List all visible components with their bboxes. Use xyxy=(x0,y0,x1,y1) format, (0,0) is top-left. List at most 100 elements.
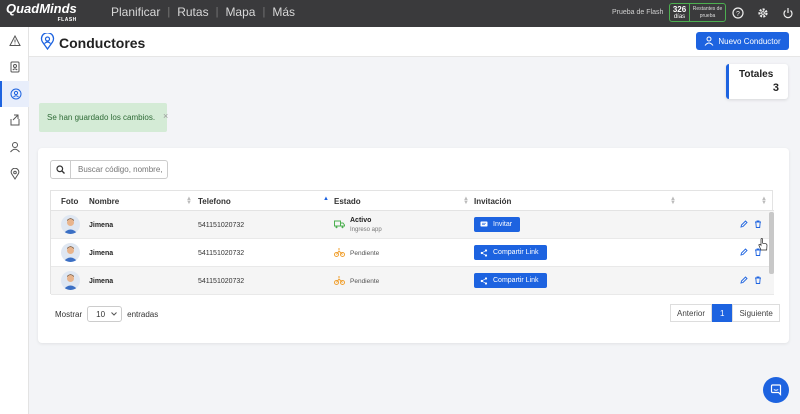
col-nombre[interactable]: Nombre xyxy=(89,197,119,206)
nav-item-mapa[interactable]: Mapa xyxy=(225,5,255,19)
svg-text:?: ? xyxy=(736,11,740,18)
drivers-table: Foto Nombre ▲ ▼ Telefono ▲ Estado ▲ ▼ Invi… xyxy=(50,190,774,295)
pending-icon xyxy=(334,276,345,287)
sidebar-item-users[interactable] xyxy=(0,134,29,160)
top-bar: QuadMinds FLASH Planificar | Rutas | Map… xyxy=(0,0,800,27)
toast-message: Se han guardado los cambios. xyxy=(47,113,156,122)
edit-icon[interactable] xyxy=(740,248,748,258)
driver-phone: 541151020732 xyxy=(198,222,245,229)
driver-name: Jimena xyxy=(89,278,114,285)
share-link-label: Compartir Link xyxy=(493,277,539,284)
next-page-button[interactable]: Siguiente xyxy=(732,304,780,322)
sort-icon[interactable]: ▲ ▼ xyxy=(463,196,469,206)
invite-button-label: Invitar xyxy=(493,221,513,228)
share-link-button[interactable]: Compartir Link xyxy=(474,245,547,260)
sort-asc-icon[interactable]: ▲ xyxy=(323,196,329,202)
hand-cursor-icon xyxy=(758,238,769,256)
gear-icon[interactable] xyxy=(757,6,771,20)
brand-name: QuadMinds xyxy=(6,1,77,16)
edit-icon[interactable] xyxy=(740,220,748,230)
trial-days: 326 días xyxy=(670,4,690,21)
col-foto: Foto xyxy=(61,197,79,206)
sort-icon[interactable]: ▲ ▼ xyxy=(670,196,676,206)
avatar xyxy=(61,243,80,262)
brand-logo[interactable]: QuadMinds FLASH xyxy=(6,1,77,26)
chat-icon xyxy=(770,384,782,396)
warning-icon xyxy=(8,35,21,46)
table-row: Jimena 541151020732 Activo Ingreso app I… xyxy=(51,211,774,239)
col-invitacion[interactable]: Invitación xyxy=(474,197,511,206)
sidebar-item-alerts[interactable] xyxy=(0,28,29,54)
entries-select[interactable]: 10 xyxy=(87,306,123,322)
pending-icon xyxy=(334,248,345,259)
show-label: Mostrar xyxy=(55,309,83,319)
nav-item-rutas[interactable]: Rutas xyxy=(177,5,208,19)
drivers-title-icon xyxy=(40,32,55,55)
main-nav: Planificar | Rutas | Mapa | Más xyxy=(111,5,295,19)
sidebar-item-import[interactable] xyxy=(0,107,29,133)
truck-active-icon xyxy=(334,220,345,231)
sidebar xyxy=(0,27,29,414)
page-title: Conductores xyxy=(59,35,146,51)
chat-button[interactable] xyxy=(763,377,789,403)
col-telefono[interactable]: Telefono xyxy=(198,197,231,206)
sort-icon[interactable]: ▲ ▼ xyxy=(186,196,192,206)
share-icon xyxy=(480,276,488,285)
trial-label: Prueba de Flash xyxy=(612,9,664,16)
trial-remaining: Restantes de prueba xyxy=(692,6,723,19)
trial-days-count: 326 xyxy=(672,5,687,14)
share-icon xyxy=(480,248,488,257)
page-1-button[interactable]: 1 xyxy=(712,304,733,322)
driver-phone: 541151020732 xyxy=(198,278,245,285)
driver-phone: 541151020732 xyxy=(198,250,245,257)
nav-item-mas[interactable]: Más xyxy=(272,5,295,19)
sidebar-item-drivers[interactable] xyxy=(0,81,29,107)
driver-name: Jimena xyxy=(89,250,114,257)
toast-close-icon[interactable]: × xyxy=(163,111,168,121)
sort-icon[interactable]: ▲ ▼ xyxy=(761,196,767,206)
entries-value: 10 xyxy=(96,309,106,319)
driver-name: Jimena xyxy=(89,222,114,229)
trial-days-unit: días xyxy=(673,14,686,20)
add-user-icon xyxy=(704,36,714,46)
totals-card: Totales 3 xyxy=(726,64,788,99)
prev-page-button[interactable]: Anterior xyxy=(670,304,713,322)
nav-item-planificar[interactable]: Planificar xyxy=(111,5,160,19)
chevron-down-icon xyxy=(111,312,117,316)
entries-label: entradas xyxy=(127,309,159,319)
new-driver-button[interactable]: Nuevo Conductor xyxy=(696,32,789,50)
col-estado[interactable]: Estado xyxy=(334,197,361,206)
share-link-label: Compartir Link xyxy=(493,249,539,256)
table-scrollbar[interactable] xyxy=(769,212,774,274)
contact-book-icon xyxy=(10,61,19,73)
pagination: Anterior 1 Siguiente xyxy=(670,304,780,322)
table-header: Foto Nombre ▲ ▼ Telefono ▲ Estado ▲ ▼ Invi… xyxy=(51,191,774,211)
search-icon xyxy=(56,165,65,174)
trash-icon[interactable] xyxy=(754,220,762,230)
trial-days-badge[interactable]: 326 días Restantes de prueba xyxy=(669,3,726,22)
driver-status-detail: Ingreso app xyxy=(350,227,382,233)
success-toast: Se han guardado los cambios. xyxy=(39,103,167,132)
map-pin-icon xyxy=(10,168,19,180)
share-link-button[interactable]: Compartir Link xyxy=(474,273,547,288)
edit-icon[interactable] xyxy=(740,276,748,286)
search-button[interactable] xyxy=(51,161,71,178)
driver-status: Activo xyxy=(350,217,372,224)
search-input[interactable] xyxy=(71,165,165,174)
page-header: Conductores Nuevo Conductor xyxy=(29,27,800,57)
sidebar-item-contacts[interactable] xyxy=(0,54,29,80)
avatar xyxy=(61,271,80,290)
totals-value: 3 xyxy=(772,82,779,94)
search-box xyxy=(50,160,168,179)
driver-status: Pendiente xyxy=(350,250,380,257)
invite-button[interactable]: Invitar xyxy=(474,217,521,232)
table-row: Jimena 541151020732 Pendiente Compartir … xyxy=(51,267,774,295)
power-icon[interactable] xyxy=(782,6,796,20)
message-icon xyxy=(480,221,488,227)
drivers-card: Foto Nombre ▲▼ Telefono ▲ Estado ▲▼ Invi… xyxy=(38,148,789,343)
trash-icon[interactable] xyxy=(754,276,762,286)
sidebar-item-zones[interactable] xyxy=(0,161,29,187)
totals-label: Totales xyxy=(739,69,774,80)
help-icon[interactable]: ? xyxy=(732,6,746,20)
nav-separator: | xyxy=(215,6,219,18)
